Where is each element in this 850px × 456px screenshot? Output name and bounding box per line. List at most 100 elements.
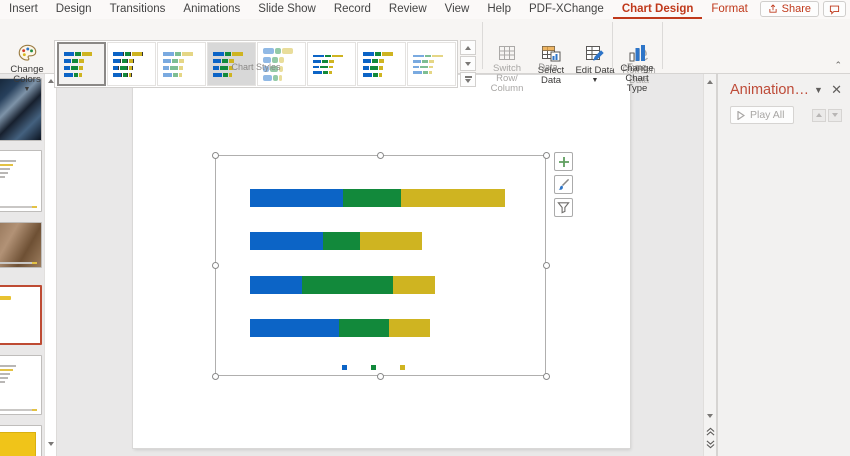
thumbnail-image bbox=[0, 223, 41, 267]
bar-segment-series-1-category-1[interactable] bbox=[250, 319, 339, 337]
style-mini-segment bbox=[282, 48, 292, 54]
selection-handle[interactable] bbox=[543, 373, 550, 380]
bar-segment-series-1-category-4[interactable] bbox=[250, 189, 343, 207]
thumbnail-image bbox=[0, 432, 36, 456]
style-mini-bar bbox=[163, 73, 200, 77]
tab-slide-show[interactable]: Slide Show bbox=[249, 0, 325, 19]
chart-filters-button[interactable] bbox=[554, 198, 573, 217]
palette-icon bbox=[16, 42, 39, 65]
style-mini-segment bbox=[132, 52, 142, 56]
chevron-up-icon bbox=[465, 46, 471, 50]
slide-thumbnail-5[interactable] bbox=[0, 355, 42, 415]
style-mini-segment bbox=[325, 55, 332, 58]
tab-review[interactable]: Review bbox=[380, 0, 436, 19]
thumbnail-text-line bbox=[0, 381, 5, 383]
style-mini-segment bbox=[223, 73, 227, 77]
bar-segment-series-2-category-2[interactable] bbox=[302, 276, 393, 294]
play-icon bbox=[737, 111, 745, 120]
chevron-down-icon: ▼ bbox=[24, 85, 31, 95]
slide-thumbnail-panel bbox=[0, 74, 44, 456]
gallery-more-button[interactable] bbox=[460, 72, 476, 87]
scroll-down-icon[interactable] bbox=[45, 438, 56, 450]
legend-swatch-series-3[interactable] bbox=[400, 365, 405, 370]
gallery-scroll-up-button[interactable] bbox=[460, 40, 476, 55]
style-mini-segment bbox=[64, 73, 73, 77]
bar-segment-series-1-category-3[interactable] bbox=[250, 232, 323, 250]
comments-button[interactable] bbox=[823, 1, 846, 17]
move-later-button[interactable] bbox=[828, 109, 842, 122]
previous-slide-button[interactable] bbox=[704, 425, 716, 437]
tab-format[interactable]: Format bbox=[702, 0, 756, 19]
slide-thumbnail-2[interactable] bbox=[0, 150, 42, 212]
bar-segment-series-2-category-4[interactable] bbox=[343, 189, 401, 207]
pane-options-button[interactable]: ▼ bbox=[812, 85, 825, 95]
style-mini-bar bbox=[413, 55, 450, 58]
change-colors-button[interactable]: Change Colors ▼ bbox=[6, 40, 48, 87]
bar-segment-series-3-category-1[interactable] bbox=[389, 319, 430, 337]
chart-elements-button[interactable] bbox=[554, 152, 573, 171]
group-separator bbox=[612, 22, 613, 69]
tab-design[interactable]: Design bbox=[47, 0, 101, 19]
slide-thumbnail-4[interactable] bbox=[0, 285, 42, 345]
play-all-label: Play All bbox=[750, 109, 784, 121]
selection-handle[interactable] bbox=[212, 152, 219, 159]
thumbnail-text-line bbox=[0, 164, 13, 166]
style-mini-segment bbox=[332, 55, 342, 58]
menu-bar: InsertDesignTransitionsAnimationsSlide S… bbox=[0, 0, 850, 19]
scroll-down-icon[interactable] bbox=[704, 410, 716, 422]
style-mini-segment bbox=[179, 73, 182, 77]
slide-scrollbar[interactable] bbox=[703, 74, 717, 456]
tab-transitions[interactable]: Transitions bbox=[101, 0, 175, 19]
selection-handle[interactable] bbox=[212, 373, 219, 380]
style-mini-segment bbox=[382, 52, 392, 56]
tab-pdf-xchange[interactable]: PDF-XChange bbox=[520, 0, 613, 19]
slide-thumbnail-1[interactable] bbox=[0, 78, 42, 141]
tab-record[interactable]: Record bbox=[325, 0, 380, 19]
slide-canvas[interactable] bbox=[133, 75, 630, 448]
move-earlier-button[interactable] bbox=[812, 109, 826, 122]
thumbnail-text-line bbox=[0, 377, 8, 379]
slide-thumbnail-3[interactable] bbox=[0, 222, 42, 268]
bar-segment-series-3-category-3[interactable] bbox=[360, 232, 422, 250]
chart-styles-button[interactable] bbox=[554, 175, 573, 194]
gallery-scroll bbox=[460, 40, 477, 87]
style-mini-segment bbox=[213, 52, 224, 56]
tab-help[interactable]: Help bbox=[478, 0, 520, 19]
bar-segment-series-2-category-3[interactable] bbox=[323, 232, 360, 250]
gallery-scroll-down-button[interactable] bbox=[460, 56, 476, 71]
thumbnail-text-line bbox=[0, 176, 5, 178]
bar-segment-series-3-category-4[interactable] bbox=[401, 189, 505, 207]
tab-chart-design[interactable]: Chart Design bbox=[613, 0, 703, 19]
tab-view[interactable]: View bbox=[436, 0, 479, 19]
bar-segment-series-3-category-2[interactable] bbox=[393, 276, 434, 294]
selection-handle[interactable] bbox=[377, 373, 384, 380]
type-group-label: Type bbox=[614, 62, 660, 72]
collapse-ribbon-button[interactable]: ⌃ bbox=[834, 60, 842, 71]
legend-swatch-series-1[interactable] bbox=[342, 365, 347, 370]
legend-swatch-series-2[interactable] bbox=[371, 365, 376, 370]
style-mini-bar bbox=[263, 48, 300, 54]
thumbnail-panel-scrollbar[interactable] bbox=[44, 74, 57, 456]
bar-segment-series-2-category-1[interactable] bbox=[339, 319, 389, 337]
tab-insert[interactable]: Insert bbox=[0, 0, 47, 19]
group-separator bbox=[482, 22, 483, 69]
thumbnail-image bbox=[0, 79, 41, 140]
close-icon[interactable]: ✕ bbox=[831, 82, 842, 98]
chart-object[interactable] bbox=[215, 155, 546, 376]
selection-handle[interactable] bbox=[212, 262, 219, 269]
next-slide-button[interactable] bbox=[704, 438, 716, 450]
style-mini-bar bbox=[213, 52, 250, 56]
style-mini-bar bbox=[64, 52, 99, 56]
slide-thumbnail-6[interactable] bbox=[0, 425, 42, 456]
scroll-up-icon[interactable] bbox=[704, 76, 716, 88]
selection-handle[interactable] bbox=[543, 152, 550, 159]
tab-animations[interactable]: Animations bbox=[174, 0, 249, 19]
selection-handle[interactable] bbox=[543, 262, 550, 269]
share-button[interactable]: Share bbox=[760, 1, 819, 17]
bar-segment-series-1-category-2[interactable] bbox=[250, 276, 302, 294]
style-mini-segment bbox=[182, 52, 192, 56]
funnel-icon bbox=[557, 201, 570, 214]
play-all-button[interactable]: Play All bbox=[730, 106, 794, 124]
selection-handle[interactable] bbox=[377, 152, 384, 159]
style-mini-segment bbox=[163, 73, 173, 77]
